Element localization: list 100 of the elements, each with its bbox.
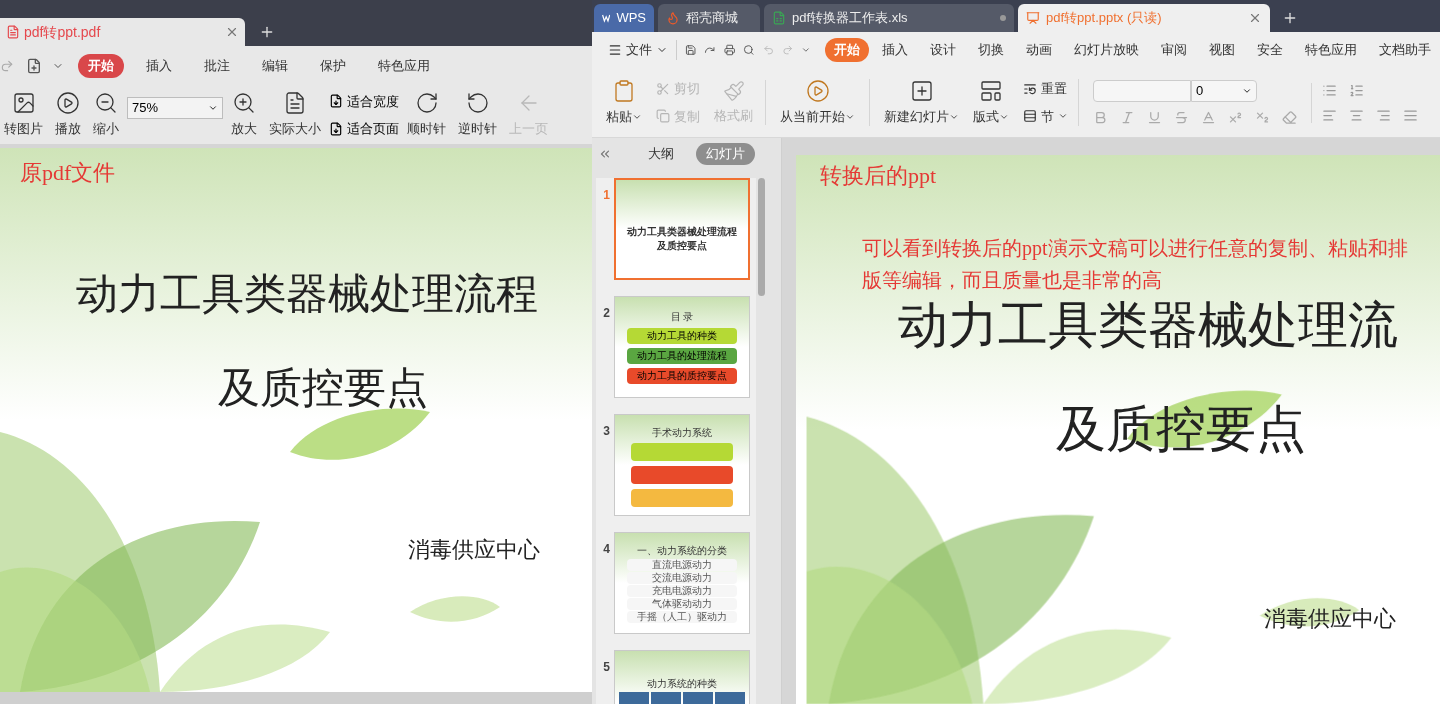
redo-icon[interactable] [781,43,794,57]
flame-icon [666,11,680,25]
superscript-icon[interactable] [1228,110,1243,125]
align-center-icon[interactable] [1349,107,1364,123]
spreadsheet-icon [772,11,786,25]
menu-tab[interactable]: 设计 [921,38,965,62]
justify-icon[interactable] [1403,107,1418,123]
slide-thumbnail[interactable]: 动力系统的种类 [614,650,750,704]
play-icon [56,91,80,116]
page-icon [329,121,343,136]
window-tab[interactable]: 稻壳商城 [658,4,760,32]
toolbar-button[interactable]: 顺时针 [403,91,450,139]
menu-tab[interactable]: 安全 [1248,38,1292,62]
scrollbar-thumb[interactable] [758,178,765,296]
redo-icon[interactable] [0,59,14,73]
thumbnail-item: 手摇（人工）驱动力 [627,610,737,623]
slide-thumbnail[interactable]: 一、动力系统的分类 直流电源动力 交流电源动力 充电电源动力 气体驱动动力 手摇（人工）驱动力 [614,532,750,634]
eraser-icon[interactable] [1282,110,1297,125]
fit-button[interactable]: 适合宽度 [329,91,399,111]
slide-thumbnail[interactable]: 动力工具类器械处理流程 及质控要点 [614,178,750,280]
toolbar-button[interactable]: 逆时针 [454,91,501,139]
window-tab[interactable]: pdf转换器工作表.xls [764,4,1014,32]
toolbar-button[interactable]: 播放 [51,91,85,139]
slide-number: 2 [602,305,610,322]
subscript-icon[interactable] [1255,110,1270,125]
save-icon[interactable] [685,43,697,57]
menu-tab[interactable]: 动画 [1017,38,1061,62]
thumbnail-item: 直流电源动力 [627,558,737,571]
chevron-down-icon [1242,86,1252,96]
menu-tab[interactable]: 开始 [78,54,124,78]
panel-tab[interactable]: 大纲 [638,143,684,165]
menu-tab[interactable]: 切换 [969,38,1013,62]
play-from-current-button[interactable]: 从当前开始 [780,78,870,127]
thumbnail-item: 气体驱动动力 [627,597,737,610]
print-icon[interactable] [723,43,736,57]
menu-tab[interactable]: 批注 [194,54,240,78]
menu-tab[interactable]: 审阅 [1152,38,1196,62]
slide-number: 1 [602,187,610,204]
reset-icon [1023,81,1037,96]
thumbnail-item: 充电电源动力 [627,584,737,597]
underline-icon[interactable] [1147,110,1162,125]
menu-tab[interactable]: 保护 [310,54,356,78]
menu-icon [608,43,622,57]
chevron-down-icon [208,103,218,113]
annotation-label: 原pdf文件 [20,159,117,187]
thumbnail-title: 动力工具类器械处理流程 [627,227,737,237]
menu-tab[interactable]: 特色应用 [1296,38,1366,62]
annotation-note: 可以看到转换后的ppt演示文稿可以进行任意的复制、粘贴和排版等编辑，而且质量也是非常的高 [862,236,1409,293]
font-color-icon[interactable] [1201,110,1216,125]
rotate-cw-icon [414,91,439,116]
zoom-field[interactable]: 75% [127,97,223,119]
layout-button[interactable]: 版式 [973,78,1009,127]
italic-icon[interactable] [1120,110,1135,125]
slide-number: 3 [602,423,610,440]
toolbar-button[interactable]: 放大 [227,91,261,139]
menu-tab[interactable]: 视图 [1200,38,1244,62]
menu-tab[interactable]: 特色应用 [368,54,440,78]
toolbar-button[interactable]: 缩小 [89,91,123,139]
thumbnail-title: 动力系统的种类 [647,679,717,689]
menu-tab[interactable]: 插入 [873,38,917,62]
menu-tab[interactable]: 幻灯片放映 [1065,38,1148,62]
menu-tab[interactable]: 插入 [136,54,182,78]
numbered-list-icon[interactable] [1349,82,1364,98]
fit-button[interactable]: 适合页面 [329,119,399,139]
align-right-icon[interactable] [1376,107,1391,123]
menu-tab[interactable]: 文档助手 [1370,38,1440,62]
slide-number: 4 [602,541,610,558]
layout-icon [979,78,1003,103]
slide-thumbnail[interactable]: 手术动力系统 [614,414,750,516]
close-icon[interactable] [225,25,239,39]
close-icon[interactable] [1248,11,1262,25]
paste-button[interactable]: 粘贴 [606,78,642,127]
clipboard-icon [612,78,636,103]
new-slide-button[interactable]: 新建幻灯片 [884,78,959,127]
thumbnail-item: 交流电源动力 [627,571,737,584]
font-name-field[interactable] [1093,80,1191,102]
reset-button[interactable]: 重置 [1023,79,1068,99]
slide-thumbnail[interactable]: 目 录 动力工具的种类 动力工具的处理流程 动力工具的质控要点 [614,296,750,398]
toolbar-button[interactable]: 转图片 [0,91,47,139]
section-button[interactable]: 节 [1023,106,1068,126]
print-preview-icon[interactable] [743,43,755,57]
thumbnail-item: 动力工具的种类 [627,328,737,344]
menu-tab[interactable]: 编辑 [252,54,298,78]
wps-logo-icon [602,12,611,24]
slide-subtitle: 消毒供应中心 [1264,605,1397,633]
font-size-field[interactable]: 0 [1191,80,1257,102]
collapse-icon[interactable] [598,147,612,161]
thumbnail-title: 及质控要点 [657,241,707,251]
section-icon [1023,109,1037,124]
undo-icon[interactable] [762,43,774,57]
align-left-icon[interactable] [1322,107,1337,123]
window-tab[interactable]: WPS [594,4,654,32]
rotate-ccw-icon [465,91,490,116]
bold-icon[interactable] [1093,110,1108,125]
toolbar-button[interactable]: 实际大小 [265,91,325,139]
file-menu-button[interactable]: 文件 [608,40,677,60]
new-tab-icon[interactable] [259,24,275,40]
strikethrough-icon[interactable] [1174,110,1189,125]
new-tab-icon[interactable] [1282,10,1298,26]
bullet-list-icon[interactable] [1322,82,1337,98]
